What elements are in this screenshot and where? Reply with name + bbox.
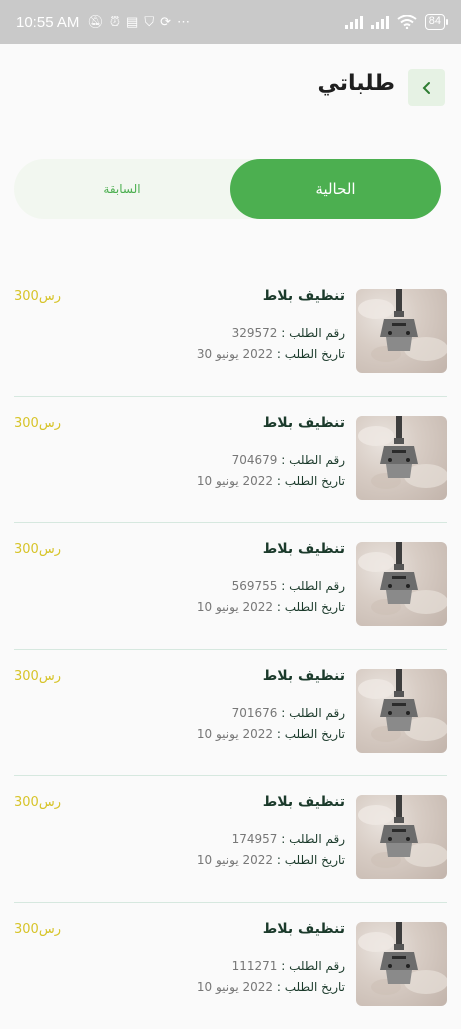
order-item[interactable]: تنظيف بلاط 300رس رقم الطلب : 174957 تاري… [14, 776, 447, 903]
order-number: 704679 [232, 453, 278, 467]
order-date-label: تاريخ الطلب : [277, 853, 345, 867]
order-number-line: رقم الطلب : 569755 [232, 579, 345, 593]
order-date-label: تاريخ الطلب : [277, 347, 345, 361]
service-name: تنظيف بلاط [263, 541, 345, 557]
mute-icon: 🔕︎ [87, 14, 104, 30]
order-number: 329572 [232, 326, 278, 340]
order-price: 300رس [14, 542, 61, 557]
signal-icon [345, 15, 363, 29]
order-price: 300رس [14, 289, 61, 304]
order-date-label: تاريخ الطلب : [277, 727, 345, 741]
order-number-label: رقم الطلب : [281, 959, 345, 973]
orders-list: تنظيف بلاط 300رس رقم الطلب : 329572 تاري… [0, 270, 461, 1029]
orders-tabs: السابقة الحالية [14, 159, 441, 219]
order-date-line: تاريخ الطلب : 2022 يونيو 10 [197, 600, 345, 614]
order-price: 300رس [14, 922, 61, 937]
order-thumbnail [356, 289, 447, 373]
order-number-line: رقم الطلب : 329572 [232, 326, 345, 340]
order-number-line: رقم الطلب : 704679 [232, 453, 345, 467]
signal-icon [371, 15, 389, 29]
order-item[interactable]: تنظيف بلاط 300رس رقم الطلب : 329572 تاري… [14, 270, 447, 397]
order-date-label: تاريخ الطلب : [277, 600, 345, 614]
service-name: تنظيف بلاط [263, 921, 345, 937]
message-icon: ▤ [126, 14, 138, 30]
order-number-label: رقم الطلب : [281, 706, 345, 720]
service-name: تنظيف بلاط [263, 794, 345, 810]
service-name: تنظيف بلاط [263, 415, 345, 431]
order-date-line: تاريخ الطلب : 2022 يونيو 10 [197, 474, 345, 488]
tab-current[interactable]: الحالية [230, 159, 441, 219]
page-title: طلباتي [318, 71, 395, 96]
chevron-left-icon [421, 81, 433, 95]
order-date-line: تاريخ الطلب : 2022 يونيو 10 [197, 980, 345, 994]
sync-icon: ⟳ [160, 14, 171, 30]
order-price: 300رس [14, 669, 61, 684]
order-number: 174957 [232, 832, 278, 846]
order-date: 2022 يونيو 10 [197, 853, 273, 867]
order-item[interactable]: تنظيف بلاط 300رس رقم الطلب : 569755 تاري… [14, 523, 447, 650]
header: طلباتي [0, 44, 461, 134]
shield-icon: ⛉ [144, 14, 154, 30]
wifi-icon [397, 15, 417, 29]
order-date-label: تاريخ الطلب : [277, 980, 345, 994]
order-date-label: تاريخ الطلب : [277, 474, 345, 488]
order-number-label: رقم الطلب : [281, 453, 345, 467]
alarm-icon: ⏰︎ [110, 14, 120, 30]
more-icon: ⋯ [177, 14, 190, 30]
order-date: 2022 يونيو 30 [197, 347, 273, 361]
order-thumbnail [356, 922, 447, 1006]
order-date-line: تاريخ الطلب : 2022 يونيو 30 [197, 347, 345, 361]
order-number-label: رقم الطلب : [281, 579, 345, 593]
order-number-label: رقم الطلب : [281, 832, 345, 846]
order-item[interactable]: تنظيف بلاط 300رس رقم الطلب : 704679 تاري… [14, 397, 447, 524]
order-date: 2022 يونيو 10 [197, 474, 273, 488]
order-thumbnail [356, 542, 447, 626]
service-name: تنظيف بلاط [263, 288, 345, 304]
order-item[interactable]: تنظيف بلاط 300رس رقم الطلب : 111271 تاري… [14, 903, 447, 1029]
order-date-line: تاريخ الطلب : 2022 يونيو 10 [197, 853, 345, 867]
order-number-line: رقم الطلب : 701676 [232, 706, 345, 720]
status-icons: 🔕︎ ⏰︎ ▤ ⛉ ⟳ ⋯ [87, 14, 190, 30]
order-number-line: رقم الطلب : 111271 [232, 959, 345, 973]
battery-icon: 84 [425, 14, 445, 30]
order-price: 300رس [14, 416, 61, 431]
order-thumbnail [356, 795, 447, 879]
order-item[interactable]: تنظيف بلاط 300رس رقم الطلب : 701676 تاري… [14, 650, 447, 777]
order-price: 300رس [14, 795, 61, 810]
order-date: 2022 يونيو 10 [197, 727, 273, 741]
status-bar: 10:55 AM 🔕︎ ⏰︎ ▤ ⛉ ⟳ ⋯ 84 [0, 0, 461, 44]
order-number-line: رقم الطلب : 174957 [232, 832, 345, 846]
order-number-label: رقم الطلب : [281, 326, 345, 340]
order-date: 2022 يونيو 10 [197, 980, 273, 994]
order-thumbnail [356, 416, 447, 500]
order-number: 111271 [232, 959, 278, 973]
service-name: تنظيف بلاط [263, 668, 345, 684]
order-date: 2022 يونيو 10 [197, 600, 273, 614]
order-number: 569755 [232, 579, 278, 593]
tab-previous[interactable]: السابقة [14, 159, 230, 219]
status-time: 10:55 AM [16, 14, 79, 31]
back-button[interactable] [408, 69, 445, 106]
order-date-line: تاريخ الطلب : 2022 يونيو 10 [197, 727, 345, 741]
order-number: 701676 [232, 706, 278, 720]
order-thumbnail [356, 669, 447, 753]
